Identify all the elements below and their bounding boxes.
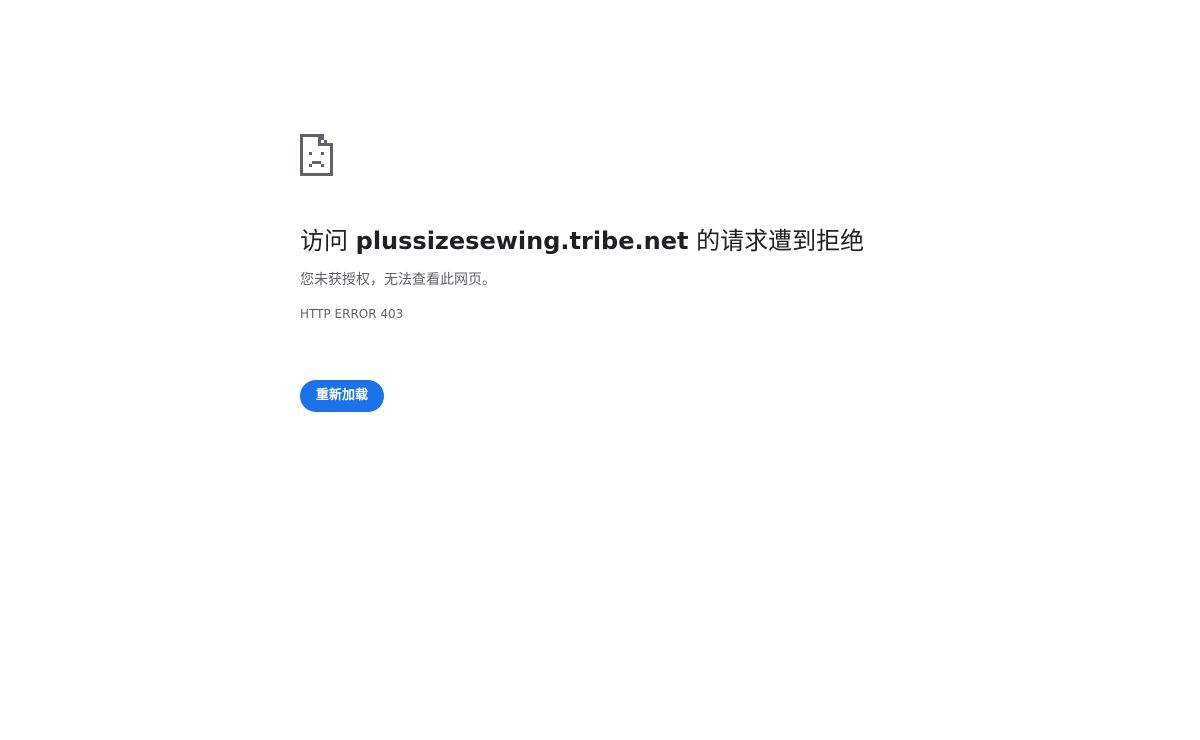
error-description: 您未获授权，无法查看此网页。 [300,272,496,288]
sad-document-icon [300,134,333,176]
title-prefix: 访问 [300,227,356,255]
error-code: HTTP ERROR 403 [300,307,404,321]
reload-button[interactable]: 重新加载 [300,380,385,412]
title-suffix: 的请求遭到拒绝 [688,227,865,255]
host-name: plussizesewing.tribe.net [355,227,689,255]
page-title: 访问 plussizesewing.tribe.net 的请求遭到拒绝 [300,224,900,258]
error-page-content: 访问 plussizesewing.tribe.net 的请求遭到拒绝 您未获授… [300,134,900,412]
